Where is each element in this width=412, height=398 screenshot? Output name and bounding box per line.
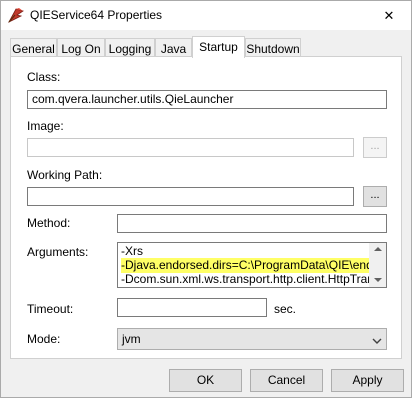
tab-label: Logging (108, 42, 152, 56)
image-browse-button[interactable]: ... (363, 137, 387, 158)
ok-button[interactable]: OK (169, 369, 242, 392)
timeout-label: Timeout: (27, 302, 74, 316)
cancel-button[interactable]: Cancel (250, 369, 323, 392)
scroll-down-icon[interactable] (374, 278, 382, 282)
working-path-browse-button[interactable]: ... (363, 186, 387, 207)
properties-dialog: QIEService64 Properties ✕ General Log On… (0, 0, 412, 398)
method-label: Method: (27, 216, 71, 230)
arguments-scrollbar[interactable] (369, 243, 386, 287)
feather-app-icon (7, 6, 25, 24)
timeout-unit: sec. (274, 302, 297, 316)
mode-select[interactable]: jvm (117, 328, 387, 350)
tab-general[interactable]: General (10, 38, 57, 57)
arguments-line: -Xrs (121, 244, 143, 258)
working-path-input[interactable] (27, 187, 354, 206)
method-input[interactable] (117, 214, 387, 233)
scroll-up-icon[interactable] (374, 247, 382, 251)
close-button[interactable]: ✕ (367, 1, 411, 30)
arguments-label: Arguments: (27, 245, 89, 259)
mode-value: jvm (122, 332, 141, 346)
tab-java[interactable]: Java (155, 38, 192, 57)
arguments-textarea[interactable]: -Xrs -Djava.endorsed.dirs=C:\ProgramData… (117, 242, 387, 288)
tab-label: Startup (199, 40, 238, 54)
arguments-line: -Dcom.sun.xml.ws.transport.http.client.H… (121, 272, 380, 286)
class-label: Class: (27, 70, 61, 84)
tab-label: Log On (61, 42, 101, 56)
mode-label: Mode: (27, 332, 61, 346)
tab-logging[interactable]: Logging (105, 38, 155, 57)
tab-label: General (12, 42, 55, 56)
tab-startup[interactable]: Startup (192, 36, 245, 58)
tab-log-on[interactable]: Log On (57, 38, 105, 57)
startup-panel: Class: com.qvera.launcher.utils.QieLaunc… (10, 56, 402, 359)
apply-button[interactable]: Apply (331, 369, 404, 392)
tab-shutdown[interactable]: Shutdown (245, 38, 301, 57)
image-label: Image: (27, 119, 64, 133)
class-input[interactable]: com.qvera.launcher.utils.QieLauncher (27, 90, 387, 109)
tab-label: Java (160, 42, 187, 56)
image-input[interactable] (27, 138, 354, 157)
chevron-down-icon (372, 334, 382, 348)
arguments-line-highlighted: -Djava.endorsed.dirs=C:\ProgramData\QIE\… (121, 258, 384, 273)
timeout-input[interactable] (117, 298, 267, 317)
working-path-label: Working Path: (27, 168, 103, 182)
tab-label: Shutdown (246, 42, 300, 56)
close-icon: ✕ (383, 7, 395, 23)
window-title: QIEService64 Properties (30, 8, 163, 22)
title-bar: QIEService64 Properties ✕ (1, 1, 411, 30)
